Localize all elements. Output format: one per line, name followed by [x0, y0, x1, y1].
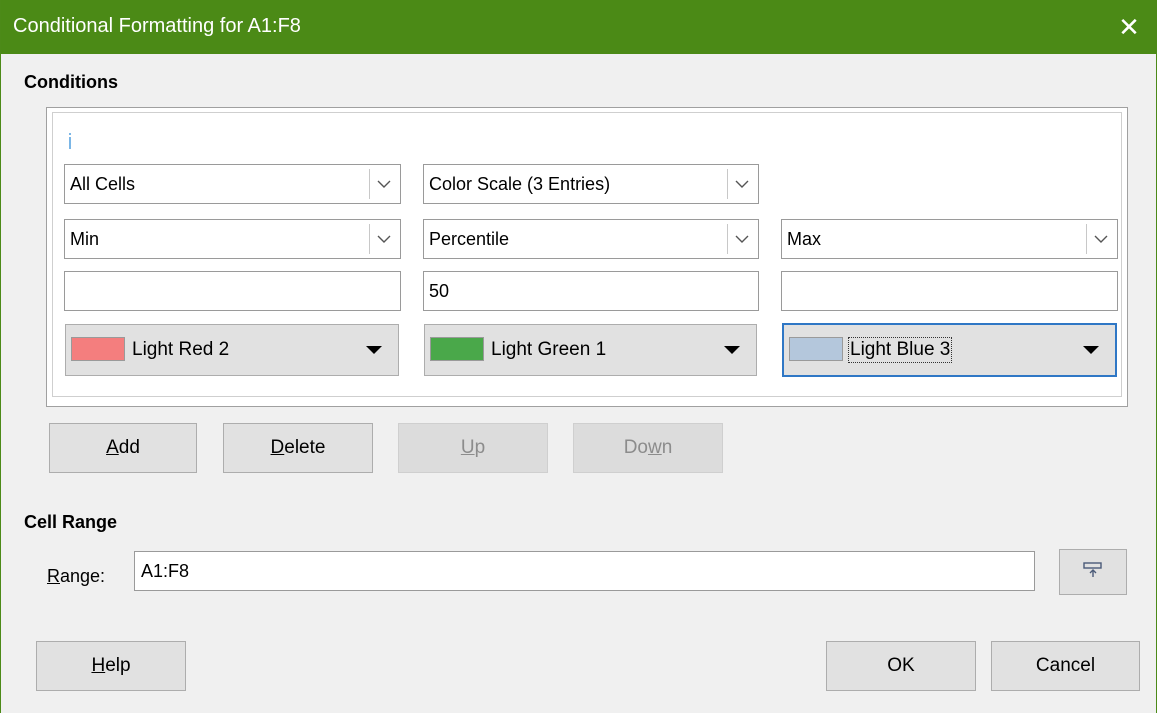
mid-value-text: 50 — [429, 281, 450, 301]
color-swatch — [789, 337, 843, 361]
dropdown-arrow-icon — [366, 346, 382, 354]
shrink-button[interactable] — [1059, 549, 1127, 595]
text-cursor-mark — [69, 133, 71, 149]
min-type-value: Min — [70, 229, 100, 249]
max-value-field[interactable] — [781, 271, 1118, 311]
down-button[interactable]: Do w n — [573, 423, 723, 473]
mid-type-value: Percentile — [429, 229, 510, 249]
mid-color-button[interactable]: Light Green 1 — [424, 324, 757, 376]
chevron-down-icon — [1086, 224, 1114, 254]
cell-range-heading: Cell Range — [24, 512, 118, 532]
max-type-dropdown[interactable]: Max — [781, 219, 1118, 259]
shrink-icon — [1083, 561, 1103, 584]
range-label-text: ange: — [60, 566, 106, 586]
min-color-button[interactable]: Light Red 2 — [65, 324, 399, 376]
help-mnemonic: H — [91, 655, 106, 676]
delete-label: elete — [284, 437, 326, 458]
chevron-down-icon — [369, 224, 397, 254]
max-type-value: Max — [787, 229, 822, 249]
conditional-formatting-dialog: Conditional Formatting for A1:F8 ✕ Condi… — [0, 0, 1157, 713]
mid-type-dropdown[interactable]: Percentile — [423, 219, 759, 259]
down-mnemonic: w — [647, 437, 662, 458]
min-type-dropdown[interactable]: Min — [64, 219, 401, 259]
cancel-button[interactable]: Cancel — [991, 641, 1140, 691]
range-label: Range: — [47, 566, 105, 587]
apply-to-dropdown[interactable]: All Cells — [64, 164, 401, 204]
delete-mnemonic: D — [270, 437, 285, 458]
mid-color-name: Light Green 1 — [491, 339, 607, 360]
delete-button[interactable]: Delete — [223, 423, 373, 473]
ok-button[interactable]: OK — [826, 641, 976, 691]
max-color-name: Light Blue 3 — [847, 337, 953, 363]
window-title: Conditional Formatting for A1:F8 — [13, 15, 301, 37]
chevron-down-icon — [727, 169, 755, 199]
chevron-down-icon — [369, 169, 397, 199]
conditions-heading: Conditions — [24, 72, 118, 92]
up-button[interactable]: Up — [398, 423, 548, 473]
color-swatch — [71, 337, 125, 361]
close-icon: ✕ — [1118, 11, 1140, 42]
down-label-rest: n — [661, 437, 673, 458]
min-value-field[interactable] — [64, 271, 401, 311]
conditions-list[interactable]: All Cells Color Scale (3 Entries) Min Pe… — [46, 107, 1128, 407]
format-type-dropdown[interactable]: Color Scale (3 Entries) — [423, 164, 759, 204]
up-label: p — [474, 437, 486, 458]
close-button[interactable]: ✕ — [1100, 0, 1157, 54]
add-mnemonic: A — [106, 437, 119, 458]
range-label-mnemonic: R — [47, 566, 60, 586]
format-type-value: Color Scale (3 Entries) — [429, 174, 611, 194]
add-label: dd — [118, 437, 140, 458]
dropdown-arrow-icon — [724, 346, 740, 354]
help-label: elp — [105, 655, 131, 676]
mid-value-field[interactable]: 50 — [423, 271, 759, 311]
range-input[interactable]: A1:F8 — [134, 551, 1035, 591]
cancel-label: Cancel — [1035, 655, 1096, 676]
color-swatch — [430, 337, 484, 361]
help-button[interactable]: Help — [36, 641, 186, 691]
dropdown-arrow-icon — [1083, 346, 1099, 354]
title-bar: Conditional Formatting for A1:F8 ✕ — [1, 0, 1157, 54]
up-mnemonic: U — [460, 437, 475, 458]
max-color-button[interactable]: Light Blue 3 — [782, 323, 1117, 377]
down-label-pre: Do — [623, 437, 648, 458]
add-button[interactable]: Add — [49, 423, 197, 473]
range-value: A1:F8 — [141, 561, 190, 581]
condition-entry[interactable]: All Cells Color Scale (3 Entries) Min Pe… — [52, 112, 1122, 397]
apply-to-value: All Cells — [70, 174, 136, 194]
min-color-name: Light Red 2 — [132, 339, 230, 360]
ok-label: OK — [887, 655, 915, 676]
chevron-down-icon — [727, 224, 755, 254]
